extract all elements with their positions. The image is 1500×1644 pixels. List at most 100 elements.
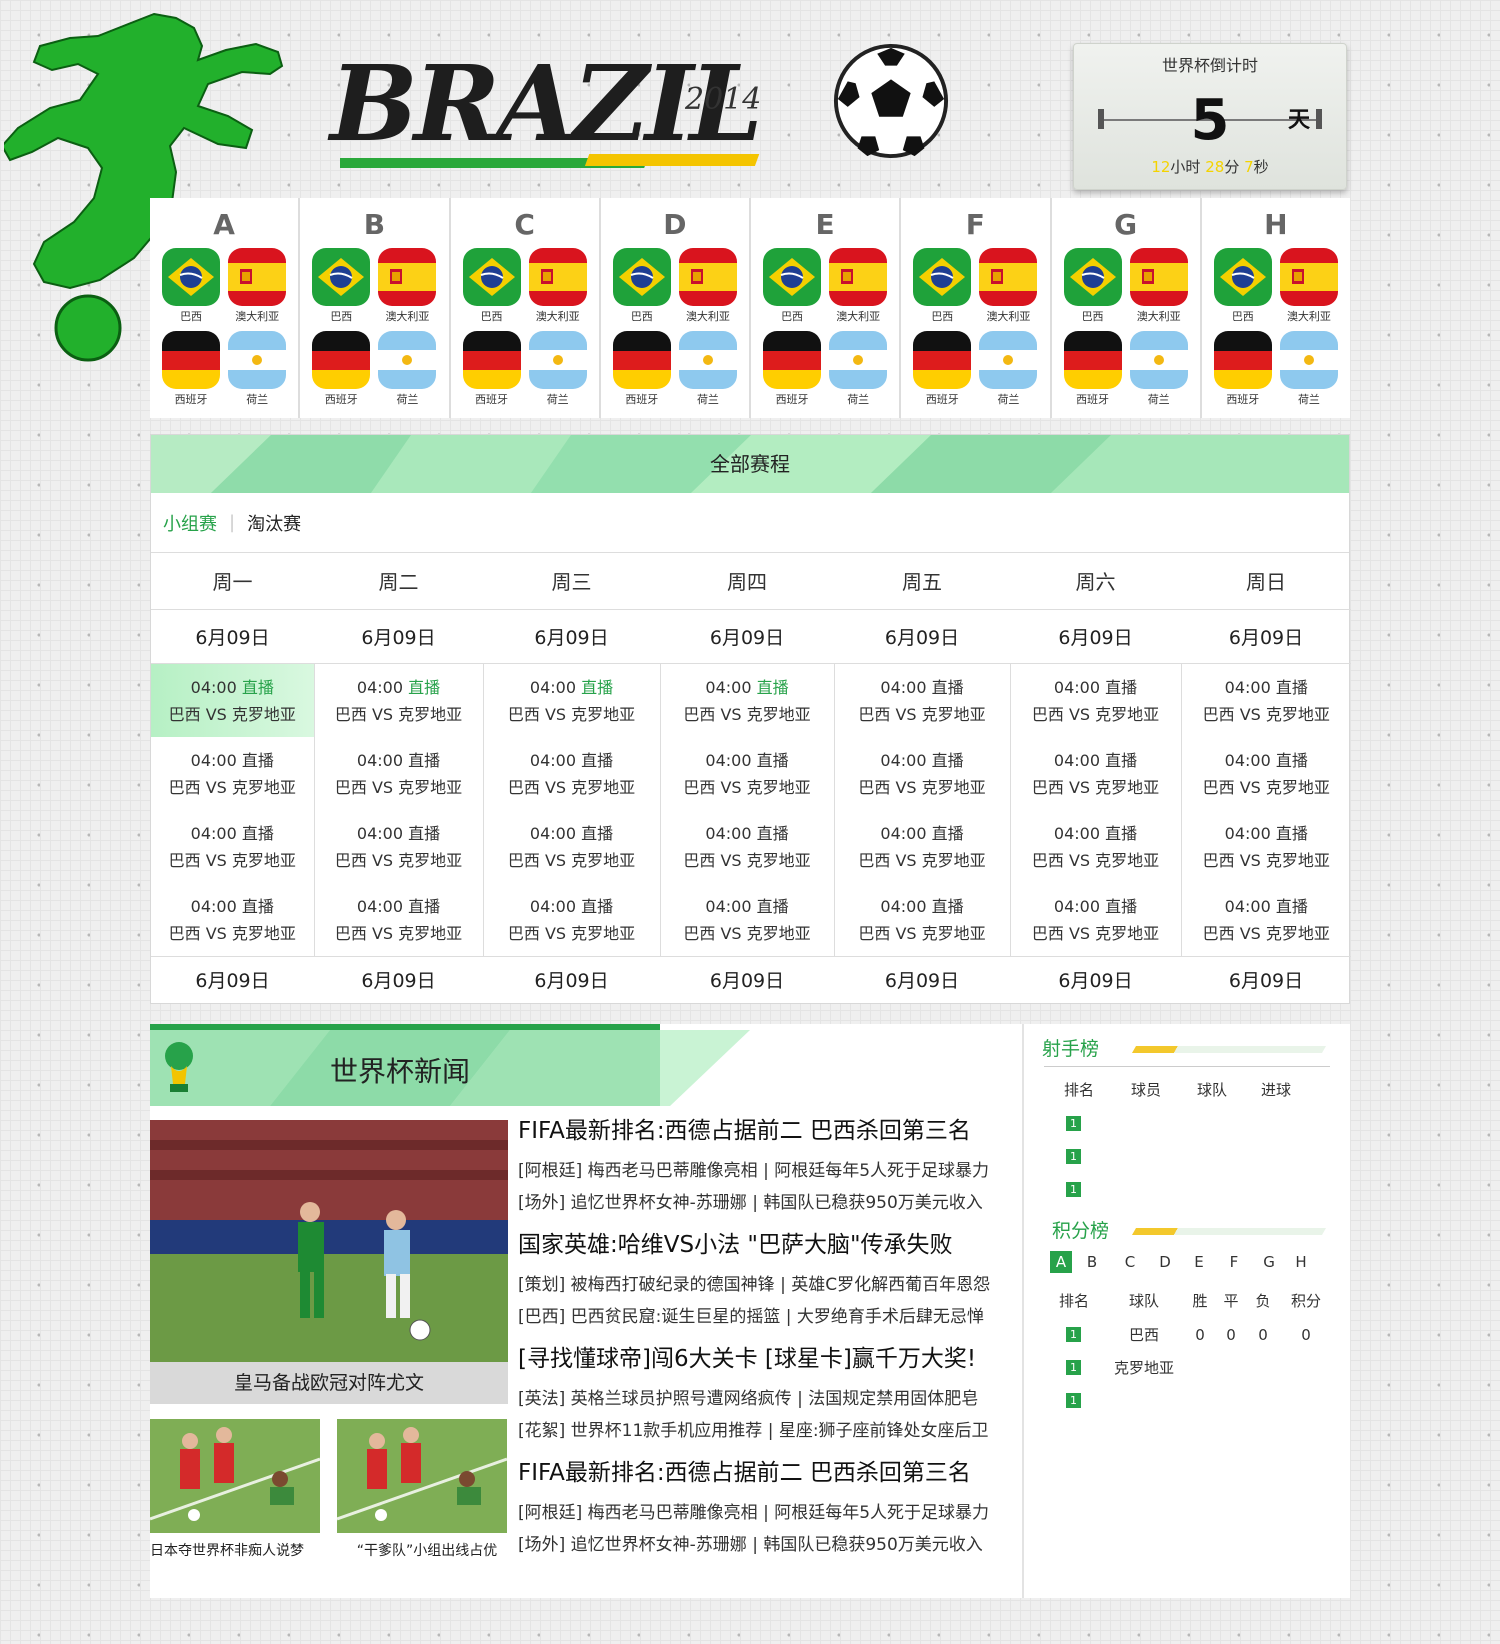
standings-row[interactable]: 1 克罗地亚	[1024, 1351, 1350, 1384]
match-item[interactable]: 04:00 直播 巴西 VS 克罗地亚	[151, 810, 314, 883]
article-headline[interactable]: [寻找懂球帝]闯6大关卡 [球星卡]赢千万大奖!	[518, 1344, 1014, 1374]
match-item[interactable]: 04:00 直播 巴西 VS 克罗地亚	[1011, 664, 1181, 737]
team-cell[interactable]: 西班牙	[609, 331, 675, 408]
team-cell[interactable]: 荷兰	[975, 331, 1041, 408]
live-link[interactable]: 直播	[408, 824, 440, 843]
article-headline[interactable]: FIFA最新排名:西德占据前二 巴西杀回第三名	[518, 1458, 1014, 1488]
match-item[interactable]: 04:00 直播 巴西 VS 克罗地亚	[315, 664, 483, 737]
live-link[interactable]: 直播	[242, 824, 274, 843]
match-item[interactable]: 04:00 直播 巴西 VS 克罗地亚	[1182, 737, 1352, 810]
team-cell[interactable]: 西班牙	[158, 331, 224, 408]
live-link[interactable]: 直播	[408, 678, 440, 697]
live-link[interactable]: 直播	[1105, 678, 1137, 697]
match-item[interactable]: 04:00 直播 巴西 VS 克罗地亚	[1182, 883, 1352, 956]
tab-knockout[interactable]: 淘汰赛	[247, 510, 301, 536]
live-link[interactable]: 直播	[581, 751, 613, 770]
article-sublinks[interactable]: [场外] 追忆世界杯女神-苏珊娜 | 韩国队已稳获950万美元收入	[518, 1187, 1014, 1219]
article-sublinks[interactable]: [阿根廷] 梅西老马巴蒂雕像亮相 | 阿根廷每年5人死于足球暴力	[518, 1155, 1014, 1187]
team-cell[interactable]: 澳大利亚	[525, 248, 591, 325]
live-link[interactable]: 直播	[932, 824, 964, 843]
live-link[interactable]: 直播	[242, 897, 274, 916]
team-cell[interactable]: 荷兰	[374, 331, 440, 408]
match-item[interactable]: 04:00 直播 巴西 VS 克罗地亚	[661, 737, 834, 810]
team-cell[interactable]: 巴西	[459, 248, 525, 325]
live-link[interactable]: 直播	[757, 897, 789, 916]
match-item[interactable]: 04:00 直播 巴西 VS 克罗地亚	[484, 883, 660, 956]
match-item[interactable]: 04:00 直播 巴西 VS 克罗地亚	[661, 883, 834, 956]
live-link[interactable]: 直播	[242, 751, 274, 770]
team-cell[interactable]: 西班牙	[909, 331, 975, 408]
match-item[interactable]: 04:00 直播 巴西 VS 克罗地亚	[1011, 883, 1181, 956]
team-cell[interactable]: 巴西	[609, 248, 675, 325]
team-cell[interactable]: 西班牙	[1060, 331, 1126, 408]
team-cell[interactable]: 澳大利亚	[675, 248, 741, 325]
live-link[interactable]: 直播	[1276, 678, 1308, 697]
live-link[interactable]: 直播	[932, 751, 964, 770]
match-item[interactable]: 04:00 直播 巴西 VS 克罗地亚	[835, 883, 1010, 956]
match-item[interactable]: 04:00 直播 巴西 VS 克罗地亚	[151, 663, 314, 737]
live-link[interactable]: 直播	[1105, 824, 1137, 843]
standings-row[interactable]: 1	[1024, 1384, 1350, 1417]
team-cell[interactable]: 巴西	[1210, 248, 1276, 325]
team-cell[interactable]: 荷兰	[675, 331, 741, 408]
live-link[interactable]: 直播	[581, 897, 613, 916]
live-link[interactable]: 直播	[757, 751, 789, 770]
match-item[interactable]: 04:00 直播 巴西 VS 克罗地亚	[151, 883, 314, 956]
live-link[interactable]: 直播	[1105, 897, 1137, 916]
match-item[interactable]: 04:00 直播 巴西 VS 克罗地亚	[835, 810, 1010, 883]
standings-tab-g[interactable]: G	[1252, 1253, 1286, 1271]
standings-tab-h[interactable]: H	[1286, 1253, 1316, 1271]
tab-group-stage[interactable]: 小组赛	[163, 510, 217, 536]
live-link[interactable]: 直播	[1276, 824, 1308, 843]
live-link[interactable]: 直播	[757, 824, 789, 843]
article-headline[interactable]: 国家英雄:哈维VS小法 "巴萨大脑"传承失败	[518, 1230, 1014, 1260]
match-item[interactable]: 04:00 直播 巴西 VS 克罗地亚	[315, 883, 483, 956]
standings-tab-c[interactable]: C	[1112, 1253, 1148, 1271]
live-link[interactable]: 直播	[932, 678, 964, 697]
scorer-row[interactable]: 1	[1024, 1140, 1350, 1173]
news-thumbnail-1[interactable]	[150, 1419, 320, 1533]
live-link[interactable]: 直播	[1276, 897, 1308, 916]
team-cell[interactable]: 澳大利亚	[975, 248, 1041, 325]
scorer-row[interactable]: 1	[1024, 1107, 1350, 1140]
live-link[interactable]: 直播	[408, 897, 440, 916]
match-item[interactable]: 04:00 直播 巴西 VS 克罗地亚	[1011, 810, 1181, 883]
live-link[interactable]: 直播	[581, 824, 613, 843]
team-cell[interactable]: 荷兰	[1126, 331, 1192, 408]
match-item[interactable]: 04:00 直播 巴西 VS 克罗地亚	[835, 737, 1010, 810]
team-cell[interactable]: 西班牙	[459, 331, 525, 408]
match-item[interactable]: 04:00 直播 巴西 VS 克罗地亚	[151, 737, 314, 810]
scorer-row[interactable]: 1	[1024, 1173, 1350, 1206]
main-news-caption[interactable]: 皇马备战欧冠对阵尤文	[150, 1362, 508, 1404]
team-cell[interactable]: 荷兰	[825, 331, 891, 408]
standings-tab-d[interactable]: D	[1148, 1253, 1182, 1271]
match-item[interactable]: 04:00 直播 巴西 VS 克罗地亚	[1011, 737, 1181, 810]
news-thumbnail-caption-2[interactable]: “干爹队”小组出线占优	[337, 1540, 517, 1560]
match-item[interactable]: 04:00 直播 巴西 VS 克罗地亚	[1182, 810, 1352, 883]
standings-tab-f[interactable]: F	[1216, 1253, 1252, 1271]
team-cell[interactable]: 巴西	[759, 248, 825, 325]
live-link[interactable]: 直播	[581, 678, 613, 697]
team-cell[interactable]: 巴西	[158, 248, 224, 325]
standings-tab-b[interactable]: B	[1072, 1253, 1112, 1271]
live-link[interactable]: 直播	[1276, 751, 1308, 770]
team-cell[interactable]: 澳大利亚	[374, 248, 440, 325]
team-cell[interactable]: 西班牙	[1210, 331, 1276, 408]
news-thumbnail-2[interactable]	[337, 1419, 507, 1533]
team-cell[interactable]: 巴西	[909, 248, 975, 325]
match-item[interactable]: 04:00 直播 巴西 VS 克罗地亚	[661, 810, 834, 883]
live-link[interactable]: 直播	[242, 678, 274, 697]
news-thumbnail-caption-1[interactable]: 日本夺世界杯非痴人说梦	[150, 1540, 330, 1560]
article-sublinks[interactable]: [阿根廷] 梅西老马巴蒂雕像亮相 | 阿根廷每年5人死于足球暴力	[518, 1497, 1014, 1529]
team-cell[interactable]: 巴西	[1060, 248, 1126, 325]
article-sublinks[interactable]: [英法] 英格兰球员护照号遭网络疯传 | 法国规定禁用固体肥皂	[518, 1383, 1014, 1415]
team-cell[interactable]: 荷兰	[525, 331, 591, 408]
standings-row[interactable]: 1 巴西 0 0 0 0	[1024, 1318, 1350, 1351]
team-cell[interactable]: 澳大利亚	[1276, 248, 1342, 325]
live-link[interactable]: 直播	[408, 751, 440, 770]
article-sublinks[interactable]: [场外] 追忆世界杯女神-苏珊娜 | 韩国队已稳获950万美元收入	[518, 1529, 1014, 1561]
standings-tab-a[interactable]: A	[1050, 1251, 1072, 1273]
team-cell[interactable]: 澳大利亚	[224, 248, 290, 325]
match-item[interactable]: 04:00 直播 巴西 VS 克罗地亚	[661, 664, 834, 737]
team-cell[interactable]: 荷兰	[1276, 331, 1342, 408]
